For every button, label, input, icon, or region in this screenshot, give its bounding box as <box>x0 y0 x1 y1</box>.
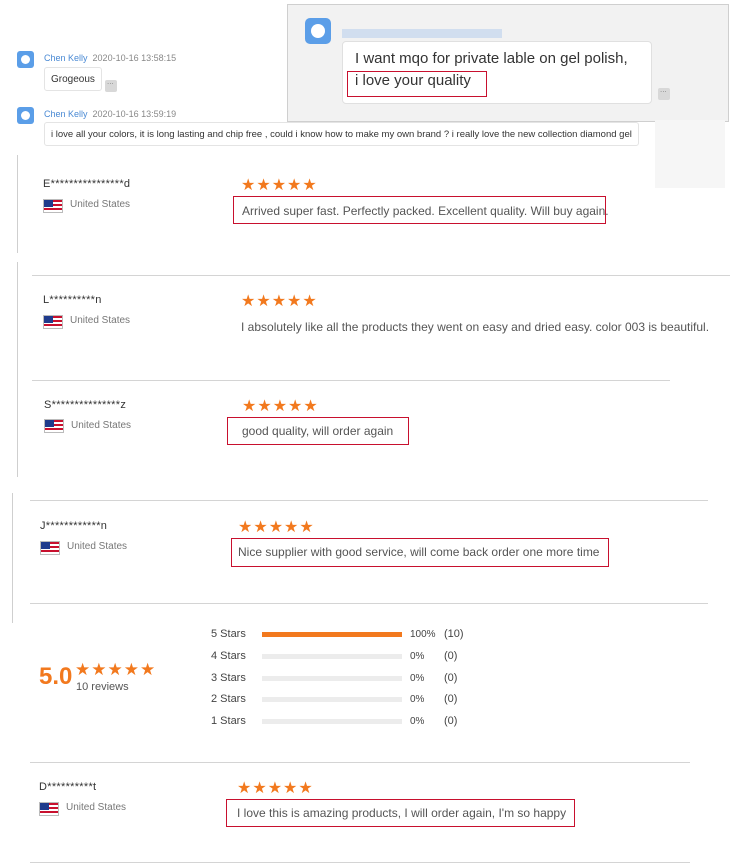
divider <box>32 275 730 276</box>
highlight-box <box>231 538 609 567</box>
reviewer-name: J************n <box>40 520 108 532</box>
breakdown-bar-fill <box>262 632 402 637</box>
blurred-name <box>342 29 502 38</box>
divider <box>17 262 18 477</box>
review-text: I absolutely like all the products they … <box>241 320 710 334</box>
reviewer-name: E****************d <box>43 178 131 190</box>
summary-stars: ★★★★★ <box>75 660 157 679</box>
us-flag-icon <box>40 541 60 555</box>
breakdown-bar <box>262 675 402 681</box>
avatar <box>17 51 34 68</box>
us-flag-icon <box>43 315 63 329</box>
breakdown-percent: 0% <box>410 672 425 684</box>
breakdown-count: (10) <box>444 628 464 640</box>
chat-author[interactable]: Chen Kelly <box>44 109 88 119</box>
message-line: I want mqo for private lable on gel poli… <box>355 50 628 67</box>
divider <box>30 603 708 604</box>
breakdown-bar <box>262 697 402 703</box>
background-strip <box>655 120 725 188</box>
breakdown-label: 2 Stars <box>211 693 246 706</box>
breakdown-count: (0) <box>444 693 458 706</box>
rating-stars: ★★★★★ <box>238 519 315 536</box>
breakdown-label: 3 Stars <box>211 671 246 684</box>
rating-stars: ★★★★★ <box>241 177 318 194</box>
more-icon[interactable] <box>658 85 670 100</box>
reviewer-name: L**********n <box>43 294 102 306</box>
average-rating: 5.0 <box>39 663 73 690</box>
reviewer-name: D**********t <box>39 781 97 793</box>
chat-author[interactable]: Chen Kelly <box>44 53 88 63</box>
reviewer-name: S***************z <box>44 399 127 411</box>
chat-time: 2020-10-16 13:58:15 <box>92 53 177 63</box>
chat-message: Grogeous <box>44 67 102 91</box>
breakdown-count: (0) <box>444 649 458 662</box>
reviewer-country: United States <box>66 802 127 813</box>
breakdown-percent: 0% <box>410 694 425 706</box>
rating-stars: ★★★★★ <box>237 780 314 797</box>
breakdown-percent: 0% <box>410 716 425 727</box>
divider <box>32 380 670 381</box>
rating-stars: ★★★★★ <box>241 293 318 310</box>
breakdown-bar <box>262 719 402 724</box>
reviewer-country: United States <box>70 315 131 326</box>
breakdown-count: (0) <box>444 715 458 727</box>
rating-stars: ★★★★★ <box>242 398 319 415</box>
chat-time: 2020-10-16 13:59:19 <box>92 109 177 119</box>
breakdown-percent: 100% <box>410 629 436 640</box>
reviewer-country: United States <box>71 420 132 431</box>
highlight-box <box>227 417 409 445</box>
avatar <box>305 18 331 44</box>
breakdown-count: (0) <box>444 671 458 684</box>
breakdown-label: 4 Stars <box>211 649 246 662</box>
review-count: 10 reviews <box>76 681 129 693</box>
chat-message: i love all your colors, it is long lasti… <box>44 122 639 146</box>
chat-header: Chen Kelly 2020-10-16 13:59:19 <box>44 109 176 119</box>
divider <box>30 500 708 501</box>
divider <box>30 762 690 763</box>
reviewer-country: United States <box>70 199 131 210</box>
us-flag-icon <box>43 199 63 213</box>
highlight-box <box>226 799 575 827</box>
breakdown-label: 1 Stars <box>211 715 246 727</box>
breakdown-label: 5 Stars <box>211 628 246 640</box>
us-flag-icon <box>44 419 64 433</box>
breakdown-bar <box>262 653 402 659</box>
breakdown-percent: 0% <box>410 650 425 662</box>
more-icon[interactable] <box>105 77 117 92</box>
us-flag-icon <box>39 802 59 816</box>
chat-message: I want mqo for private lable on gel poli… <box>342 41 652 104</box>
divider <box>12 493 13 623</box>
highlight-box <box>347 71 487 97</box>
divider <box>17 155 18 253</box>
breakdown-bar <box>262 632 402 637</box>
reviewer-country: United States <box>67 541 128 552</box>
avatar <box>17 107 34 124</box>
message-zoom-panel: I want mqo for private lable on gel poli… <box>287 4 729 122</box>
divider <box>30 862 690 863</box>
highlight-box <box>233 196 606 224</box>
chat-header: Chen Kelly 2020-10-16 13:58:15 <box>44 53 176 63</box>
